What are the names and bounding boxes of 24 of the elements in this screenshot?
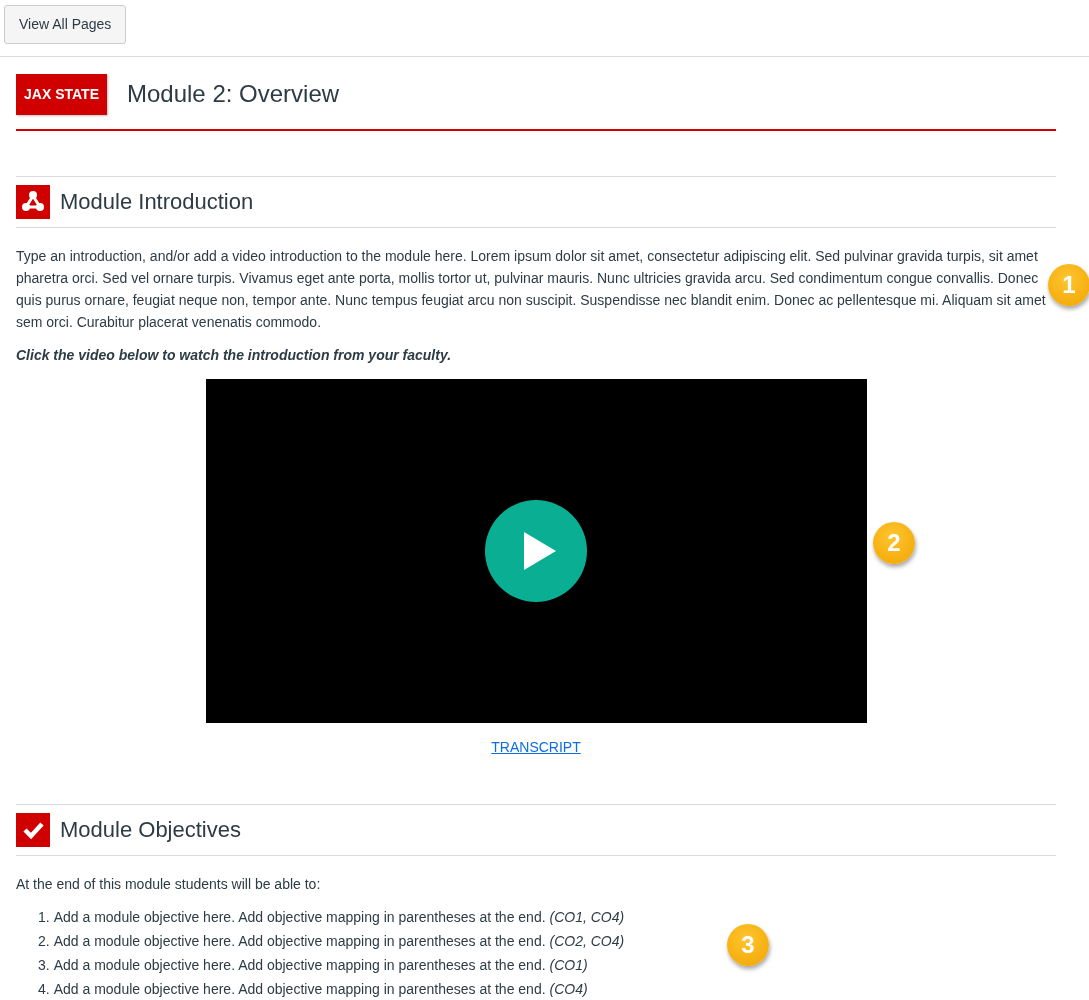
page-title: Module 2: Overview [127,80,340,109]
callout-badge: 3 [727,924,769,966]
section-title: Module Objectives [60,816,241,844]
objective-item: Add a module objective here. Add objective mapping in parentheses at the end. (CO1, CO4) [53,908,625,927]
checkmark-icon [16,813,50,847]
callout-badge: 2 [873,522,915,564]
list-number: 3. [38,956,50,975]
objective-item: Add a module objective here. Add objective mapping in parentheses at the end. (CO2, CO4) [53,932,625,951]
intro-paragraph: Type an introduction, and/or add a video introduction to the module here. Lorem ipsum dolor sit amet, consectetur adipiscing elit. Sed pulvinar gravida turpis, sit amet pharetra orci. Sed vel ornare turpis. Vivamus eget ante porta, mollis tortor ut, pulvinar mauris. Nunc ultricies gravida arcu. Sed condimentum congue convallis. Donec quis purus ornare, feugiat neque non, tempor ante. Nunc tempus feugiat arcu non suscipit. Suspendisse nec blandit enim. Donec ac pellentesque mi. Aliquam sit amet sem orci. Curabitur placerat venenatis commodo. [16,247,1047,332]
section-title: Module Introduction [60,188,254,216]
view-all-pages-button[interactable]: View All Pages [4,5,127,44]
video-prompt: Click the video below to watch the introduction from your faculty. [16,346,453,365]
objectives-intro: At the end of this module students will be able to: [16,875,322,894]
play-icon[interactable] [484,499,588,603]
logo: JAX STATE [16,74,107,115]
transcript-link[interactable]: TRANSCRIPT [491,739,581,755]
list-number: 2. [38,932,50,951]
callout-badge: 1 [1048,264,1089,306]
objective-item: Add a module objective here. Add objective mapping in parentheses at the end. (CO1) [53,956,588,975]
objective-item: Add a module objective here. Add objective mapping in parentheses at the end. (CO4) [53,980,588,999]
list-number: 4. [38,980,50,999]
network-icon [16,185,50,219]
list-number: 1. [38,908,50,927]
video-player[interactable] [205,379,867,723]
